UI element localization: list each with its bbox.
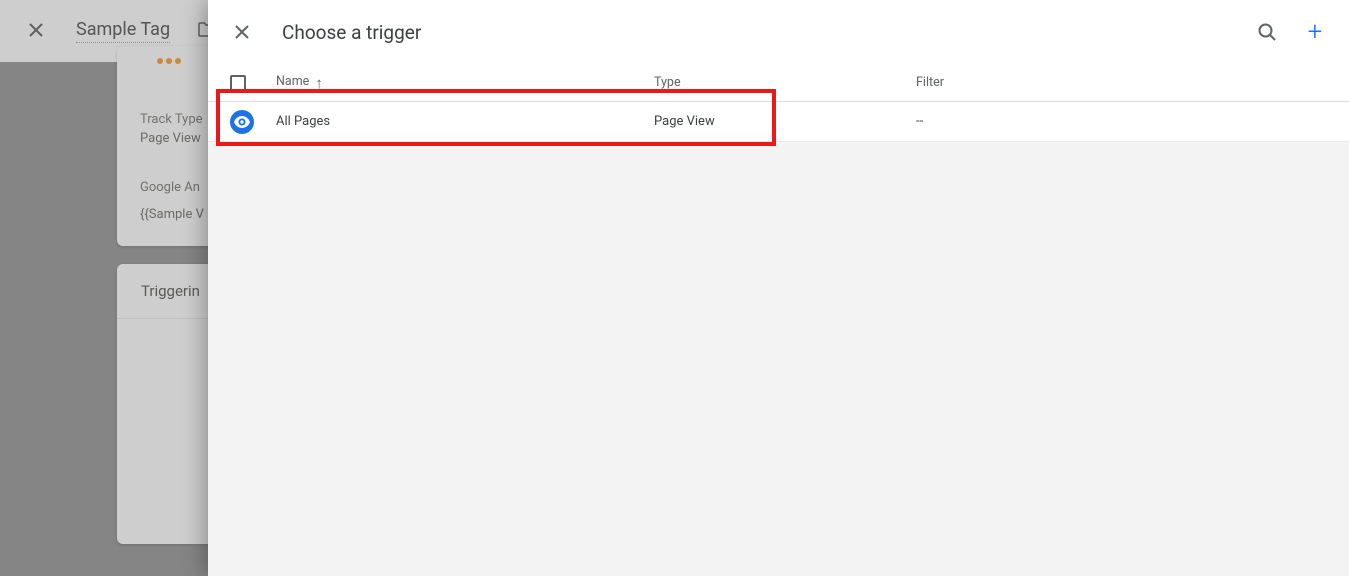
row-icon-cell [230,110,276,134]
trigger-name: All Pages [276,114,330,129]
trigger-name-cell: All Pages [276,114,654,129]
select-all-column [230,75,276,91]
add-trigger-button[interactable]: + [1303,20,1327,44]
choose-trigger-modal: Choose a trigger + Name ↑ Type Filter [208,0,1349,576]
name-column-header[interactable]: Name ↑ [276,74,654,92]
search-icon [1257,22,1277,42]
trigger-row[interactable]: All Pages Page View -- [208,102,1349,142]
ga-settings-label: Google An [140,180,200,195]
modal-title: Choose a trigger [282,21,1227,44]
close-icon [234,24,250,40]
track-type-value: Page View [140,131,201,146]
close-icon[interactable] [28,19,48,43]
search-button[interactable] [1255,20,1279,44]
close-button[interactable] [230,20,254,44]
filter-column-header[interactable]: Filter [916,75,1349,90]
page-view-icon [230,110,254,134]
modal-actions: + [1255,20,1327,44]
name-header-label: Name [276,74,309,91]
select-all-checkbox[interactable] [230,75,246,91]
tag-dots-icon [157,58,181,64]
table-header: Name ↑ Type Filter [208,64,1349,102]
eye-icon [234,116,250,128]
modal-header: Choose a trigger + [208,0,1349,64]
sort-ascending-icon: ↑ [315,74,323,92]
trigger-filter-cell: -- [916,114,1349,129]
trigger-type-cell: Page View [654,114,916,129]
track-type-label: Track Type [140,112,203,127]
ga-settings-value: {{Sample V [140,207,204,222]
type-column-header[interactable]: Type [654,75,916,90]
tag-title: Sample Tag [76,19,170,43]
plus-icon: + [1308,19,1323,45]
